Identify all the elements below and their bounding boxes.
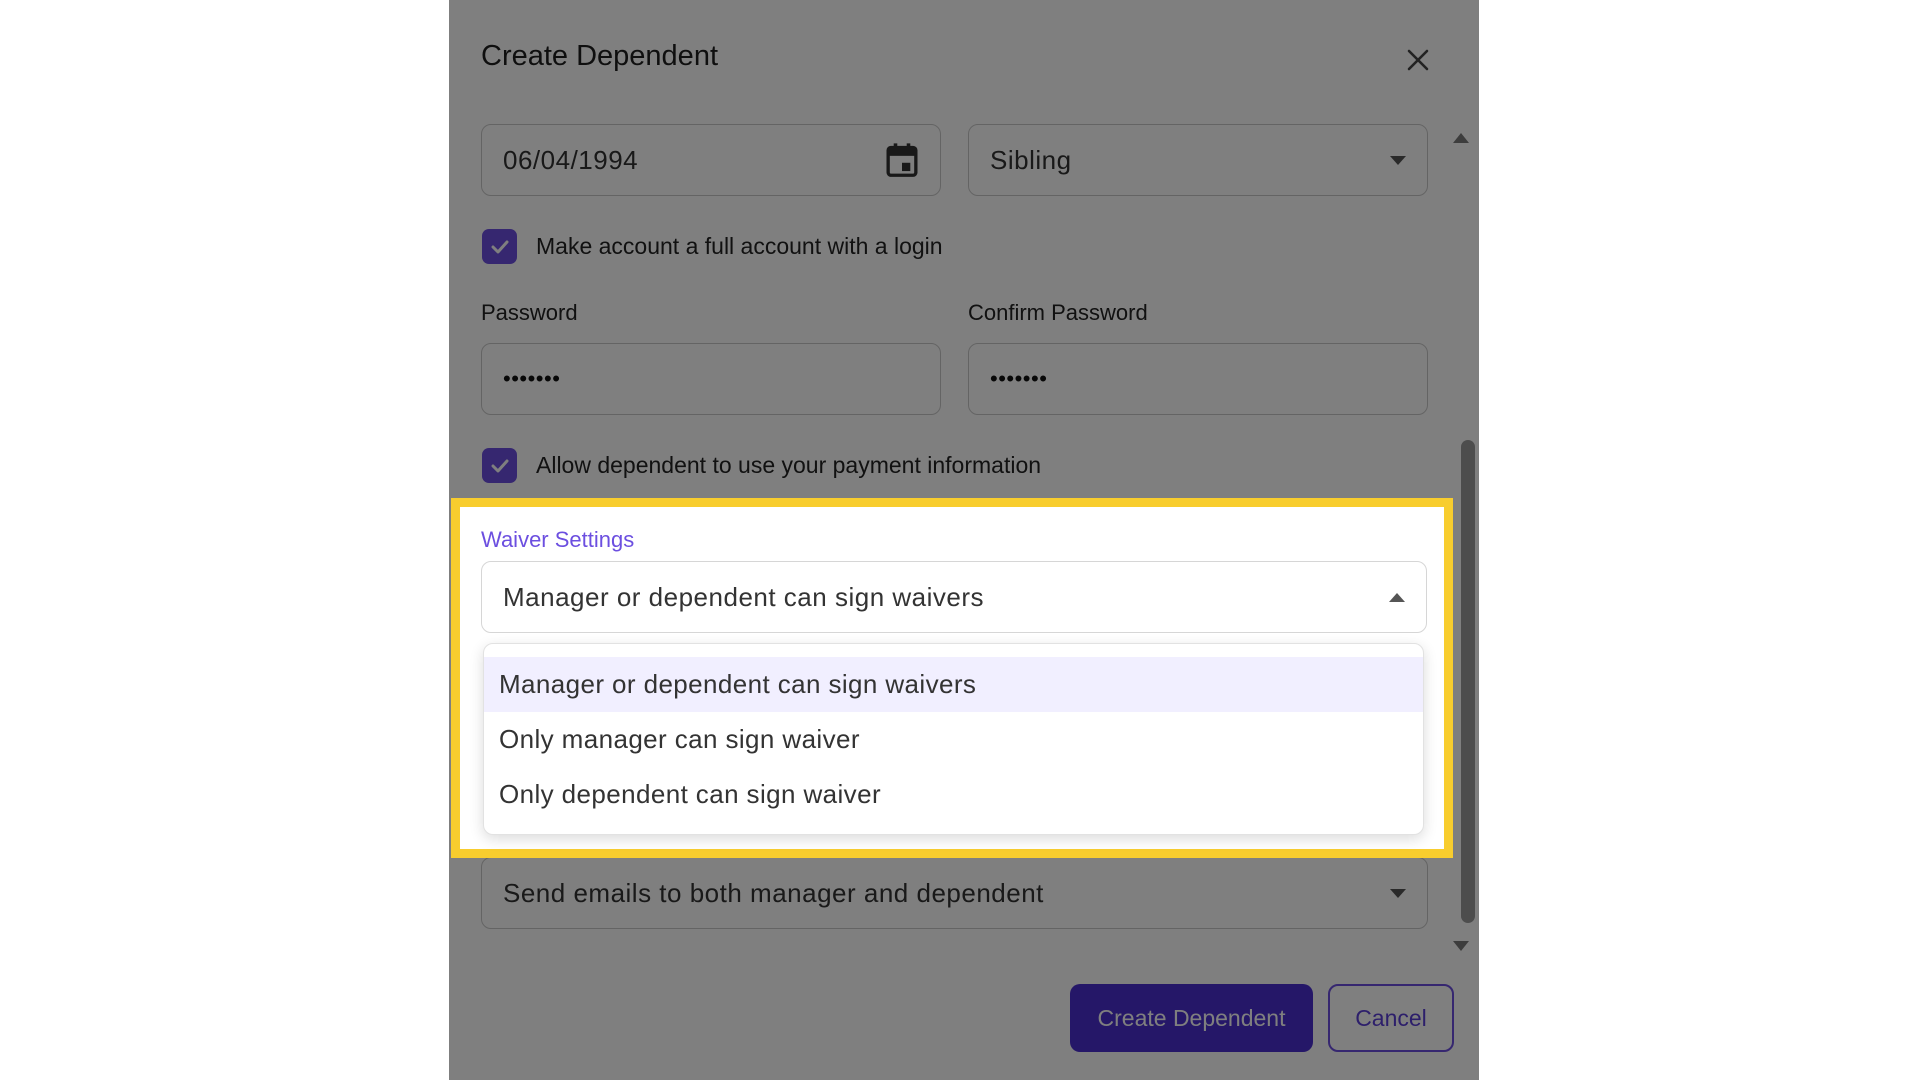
chevron-down-icon (1390, 888, 1406, 898)
chevron-up-icon (1389, 592, 1405, 602)
full-account-checkbox[interactable] (482, 229, 517, 264)
scroll-up-icon[interactable] (1452, 130, 1470, 144)
check-icon (491, 240, 508, 253)
cancel-button[interactable]: Cancel (1328, 984, 1454, 1052)
birthdate-field[interactable]: 06/04/1994 (481, 124, 941, 196)
confirm-password-input[interactable]: ••••••• (968, 343, 1428, 415)
close-button[interactable] (1402, 44, 1434, 76)
confirm-password-value: ••••••• (990, 366, 1048, 391)
waiver-selected-value: Manager or dependent can sign waivers (503, 581, 985, 612)
waiver-option[interactable]: Only dependent can sign waiver (484, 767, 1423, 822)
waiver-settings-label: Waiver Settings (481, 527, 635, 552)
waiver-options-menu: Manager or dependent can sign waivers On… (483, 643, 1424, 835)
scroll-down-icon[interactable] (1452, 940, 1470, 954)
password-label: Password (481, 300, 578, 325)
check-icon (491, 459, 508, 472)
relationship-value: Sibling (990, 144, 1072, 175)
waiver-option[interactable]: Manager or dependent can sign waivers (484, 657, 1423, 712)
birthdate-value: 06/04/1994 (503, 144, 639, 175)
waiver-settings-select[interactable]: Manager or dependent can sign waivers (481, 561, 1427, 633)
payment-checkbox[interactable] (482, 448, 517, 483)
full-account-label: Make account a full account with a login (536, 233, 943, 259)
close-icon (1407, 49, 1429, 71)
create-dependent-button[interactable]: Create Dependent (1070, 984, 1313, 1052)
confirm-password-label: Confirm Password (968, 300, 1148, 325)
payment-label: Allow dependent to use your payment info… (536, 452, 1042, 478)
email-preference-select[interactable]: Send emails to both manager and dependen… (481, 857, 1428, 929)
modal-title: Create Dependent (481, 40, 718, 72)
chevron-down-icon (1390, 155, 1406, 165)
calendar-icon[interactable] (885, 142, 919, 178)
waiver-option[interactable]: Only manager can sign waiver (484, 712, 1423, 767)
password-input[interactable]: ••••••• (481, 343, 941, 415)
password-value: ••••••• (503, 366, 561, 391)
relationship-select[interactable]: Sibling (968, 124, 1428, 196)
email-preference-value: Send emails to both manager and dependen… (503, 877, 1044, 908)
scrollbar-thumb[interactable] (1461, 440, 1475, 923)
